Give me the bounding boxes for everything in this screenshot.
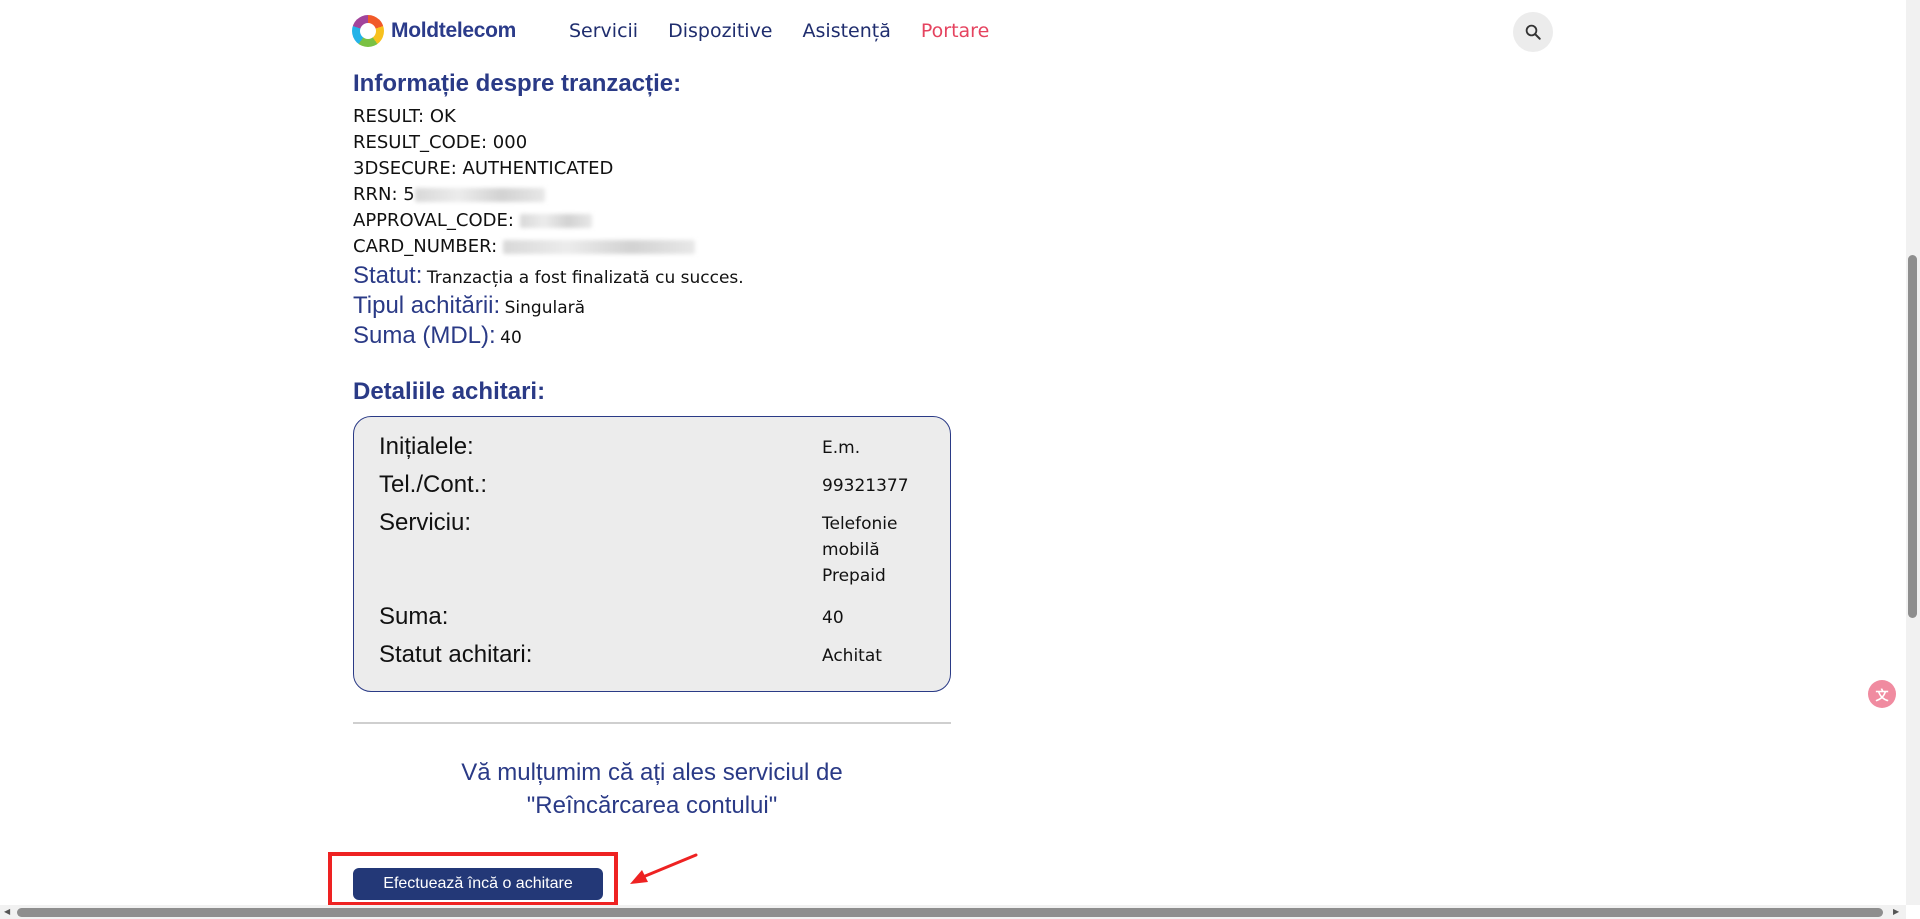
tx-line-rrn: RRN: 5	[353, 182, 953, 208]
annotation-arrow-icon	[630, 853, 698, 884]
details-row-phone: Tel./Cont.: 99321377	[379, 471, 909, 498]
search-icon	[1525, 24, 1541, 40]
tx-line-approval-code: APPROVAL_CODE:	[353, 208, 953, 234]
page: Moldtelecom Servicii Dispozitive Asisten…	[0, 0, 1920, 919]
thank-you-message: Vă mulțumim că ați ales serviciul de "Re…	[461, 758, 843, 819]
payment-type-row: Tipul achitării: Singulară	[353, 292, 586, 319]
details-row-initials: Inițialele: E.m.	[379, 433, 861, 460]
logo-ring-icon	[352, 15, 384, 47]
details-row-service: Serviciu: Telefonie mobilă Prepaid	[379, 509, 898, 586]
logo-text: Moldtelecom	[391, 19, 517, 42]
search-button[interactable]	[1513, 12, 1553, 52]
payment-details-box: Inițialele: E.m. Tel./Cont.: 99321377 Se…	[353, 416, 951, 692]
nav-item-portare[interactable]: Portare	[921, 20, 989, 42]
redacted-approval-code	[519, 214, 592, 228]
payment-result: Informație despre tranzacție: RESULT: OK…	[353, 70, 953, 822]
repeat-payment-button[interactable]: Efectuează încă o achitare	[353, 868, 603, 900]
scroll-left-icon[interactable]: ◀	[4, 905, 10, 919]
transaction-lines: RESULT: OK RESULT_CODE: 000 3DSECURE: AU…	[353, 104, 953, 260]
transaction-info-title: Informație despre tranzacție:	[353, 70, 682, 97]
tx-line-result-code: RESULT_CODE: 000	[353, 132, 528, 153]
status-row: Statut: Tranzacția a fost finalizată cu …	[353, 262, 744, 289]
details-row-status: Statut achitari: Achitat	[379, 641, 882, 668]
nav-item-dispozitive[interactable]: Dispozitive	[668, 20, 772, 42]
nav-item-servicii[interactable]: Servicii	[569, 20, 638, 42]
vertical-scroll-thumb[interactable]	[1908, 255, 1917, 618]
translate-icon[interactable]: 文	[1868, 680, 1896, 708]
divider	[353, 722, 951, 724]
tx-line-3dsecure: 3DSECURE: AUTHENTICATED	[353, 158, 614, 179]
moldtelecom-logo[interactable]: Moldtelecom	[352, 15, 516, 47]
site-header: Moldtelecom Servicii Dispozitive Asisten…	[0, 0, 1920, 68]
nav-item-asistenta[interactable]: Asistență	[803, 20, 891, 42]
payment-details-title: Detaliile achitari:	[353, 378, 546, 405]
sum-row: Suma (MDL): 40	[353, 322, 522, 349]
tx-line-card-number: CARD_NUMBER:	[353, 234, 953, 260]
main-nav: Servicii Dispozitive Asistență Portare	[569, 20, 989, 42]
details-row-sum: Suma: 40	[379, 603, 844, 630]
tx-line-result: RESULT: OK	[353, 106, 456, 127]
redacted-card-number	[502, 240, 695, 254]
redacted-rrn	[414, 188, 545, 202]
scroll-right-icon[interactable]: ▶	[1893, 905, 1899, 919]
horizontal-scroll-thumb[interactable]	[17, 908, 1883, 917]
